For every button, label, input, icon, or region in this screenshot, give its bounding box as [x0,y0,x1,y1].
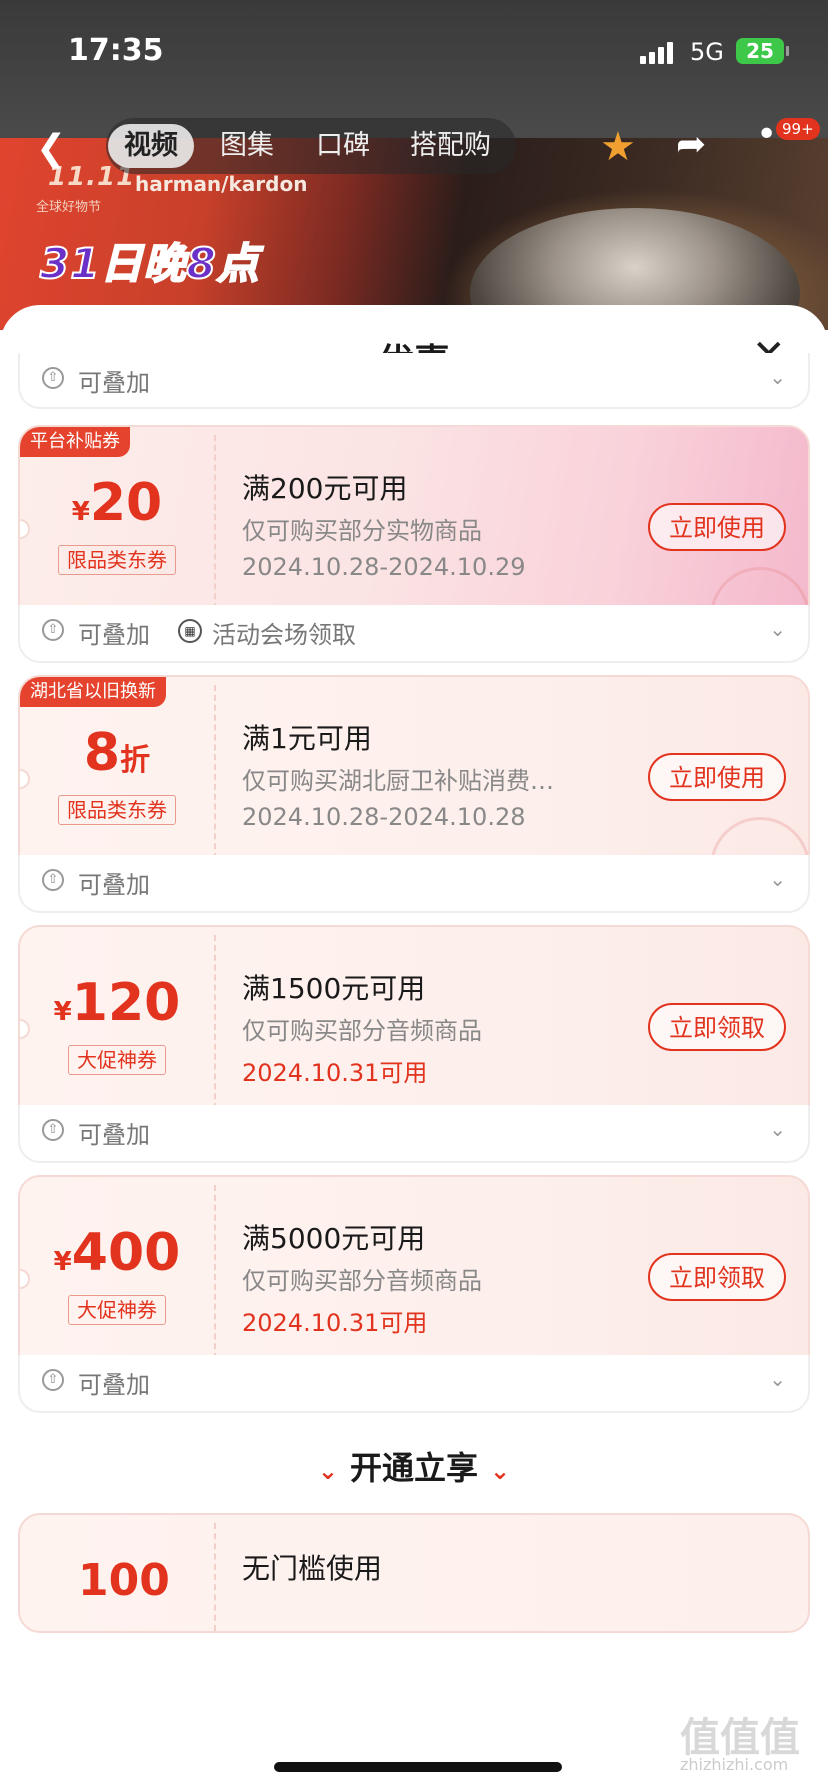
stackable-row[interactable]: ⇧ 可叠加 ⌄ [18,353,810,409]
coupon-type: 限品类东券 [20,795,214,825]
coupon-amount: 8折 [20,723,214,791]
battery-icon: 25 [736,38,789,64]
stackable-icon: ⇧ [42,1369,64,1391]
coupon-divider [214,685,216,869]
chevron-down-icon[interactable]: ⌄ [769,617,786,641]
section-title: 开通立享 [349,1449,478,1487]
watermark-url: zhizhizhi.com [680,1755,789,1774]
coupon-type-label: 限品类东券 [58,795,176,825]
currency-symbol: ¥ [53,997,72,1027]
chevron-down-icon[interactable]: ⌄ [769,1117,786,1141]
coupon-amount: ¥20 [20,473,214,542]
coupon-divider [214,435,216,619]
promo-text: 31日晚8点 [39,238,260,289]
section-header: ⌄ 开通立享 ⌄ [0,1443,828,1489]
coupon-validity: 2024.10.28-2024.10.28 [242,803,526,831]
coupon-amount: ¥120 [20,973,214,1042]
signal-icon [640,42,674,64]
coupon-card: ¥120 大促神券 满1500元可用 仅可购买部分音频商品 2024.10.31… [18,925,810,1129]
amount-value: 20 [89,473,163,533]
coupon-condition: 满1元可用 [242,722,372,755]
tab-reviews[interactable]: 口碑 [316,124,370,168]
claim-now-button[interactable]: 立即领取 [648,1253,786,1301]
coupon-validity: 2024.10.31可用 [242,1309,428,1337]
coupon-card: 平台补贴券 ¥20 限品类东券 满200元可用 仅可购买部分实物商品 2024.… [18,425,810,629]
use-now-button[interactable]: 立即使用 [648,753,786,801]
coupon-divider [214,1185,216,1369]
stackable-row[interactable]: ⇧ 可叠加 ⌄ [18,1355,810,1413]
stackable-row[interactable]: ⇧ 可叠加 ▦ 活动会场领取 ⌄ [18,605,810,663]
stackable-icon: ⇧ [42,1119,64,1141]
currency-symbol: ¥ [53,1247,72,1277]
stackable-label: 可叠加 [78,871,150,899]
coupon-amount: 100 [78,1555,170,1606]
status-time: 17:35 [68,33,164,68]
coupon-card: 100 无门槛使用 [18,1513,810,1633]
coupon-condition: 满200元可用 [242,472,408,505]
stackable-label: 可叠加 [78,1121,150,1149]
coupon-tag: 湖北省以旧换新 [20,677,166,707]
stackable-icon: ⇧ [42,619,64,641]
coupon-validity: 2024.10.28-2024.10.29 [242,553,526,581]
share-icon[interactable]: ➦ [676,124,706,165]
coupon-amount: ¥400 [20,1223,214,1292]
amount-value: 120 [71,973,181,1033]
stackable-icon: ⇧ [42,869,64,891]
home-indicator[interactable] [274,1762,562,1772]
discount-suffix: 折 [120,743,151,778]
tab-bundle[interactable]: 搭配购 [410,124,491,168]
coupon-description: 仅可购买部分音频商品 [242,1267,482,1295]
venue-icon: ▦ [178,619,202,643]
coupon-type: 大促神券 [20,1045,214,1075]
message-badge: 99+ [776,118,820,140]
network-label: 5G [690,38,724,66]
coupon-type-label: 限品类东券 [58,545,176,575]
back-icon[interactable]: ❮ [36,128,66,169]
stackable-label: 可叠加 [78,621,150,649]
favorite-star-icon[interactable]: ★ [600,124,636,170]
coupon-sheet: 优惠 ✕ ⇧ 可叠加 ⌄ 平台补贴券 ¥20 限品类东券 满200元可用 仅可购… [0,305,828,1792]
chevron-down-icon[interactable]: ⌄ [769,867,786,891]
coupon-condition: 满5000元可用 [242,1222,426,1255]
tab-video[interactable]: 视频 [108,124,194,168]
amount-value: 400 [71,1223,181,1283]
coupon-condition: 满1500元可用 [242,972,426,1005]
coupon-type-label: 大促神券 [68,1295,166,1325]
coupon-divider [214,935,216,1119]
event-subtitle: 全球好物节 [36,200,102,215]
coupon-description: 仅可购买部分实物商品 [242,517,482,545]
stackable-row[interactable]: ⇧ 可叠加 ⌄ [18,1105,810,1163]
status-bar: 17:35 5G 25 [0,0,828,100]
coupon-condition: 无门槛使用 [242,1552,383,1585]
coupon-divider [214,1523,216,1631]
coupon-tag: 平台补贴券 [20,427,130,457]
coupon-type-label: 大促神券 [68,1045,166,1075]
use-now-button[interactable]: 立即使用 [648,503,786,551]
stackable-row[interactable]: ⇧ 可叠加 ⌄ [18,855,810,913]
coupon-type: 大促神券 [20,1295,214,1325]
coupon-description: 仅可购买湖北厨卫补贴消费券... [242,767,572,795]
tab-gallery[interactable]: 图集 [220,124,274,168]
coupon-description: 仅可购买部分音频商品 [242,1017,482,1045]
chevron-down-icon: ⌄ [490,1457,511,1485]
amount-value: 8 [83,723,121,783]
stackable-icon: ⇧ [42,367,64,389]
stackable-label: 可叠加 [78,369,150,397]
media-tabs: 视频 图集 口碑 搭配购 [106,118,516,174]
currency-symbol: ¥ [71,497,90,527]
stackable-label: 可叠加 [78,1371,150,1399]
coupon-card: ¥400 大促神券 满5000元可用 仅可购买部分音频商品 2024.10.31… [18,1175,810,1379]
coupon-card: 湖北省以旧换新 8折 限品类东券 满1元可用 仅可购买湖北厨卫补贴消费券... … [18,675,810,879]
top-nav: ❮ 视频 图集 口碑 搭配购 ★ ➦ ••• 99+ [0,110,828,180]
chevron-down-icon[interactable]: ⌄ [769,365,786,389]
coupon-type: 限品类东券 [20,545,214,575]
claim-now-button[interactable]: 立即领取 [648,1003,786,1051]
coupon-validity: 2024.10.31可用 [242,1059,428,1087]
chevron-down-icon: ⌄ [317,1457,338,1485]
venue-label: 活动会场领取 [212,621,356,649]
chevron-down-icon[interactable]: ⌄ [769,1367,786,1391]
